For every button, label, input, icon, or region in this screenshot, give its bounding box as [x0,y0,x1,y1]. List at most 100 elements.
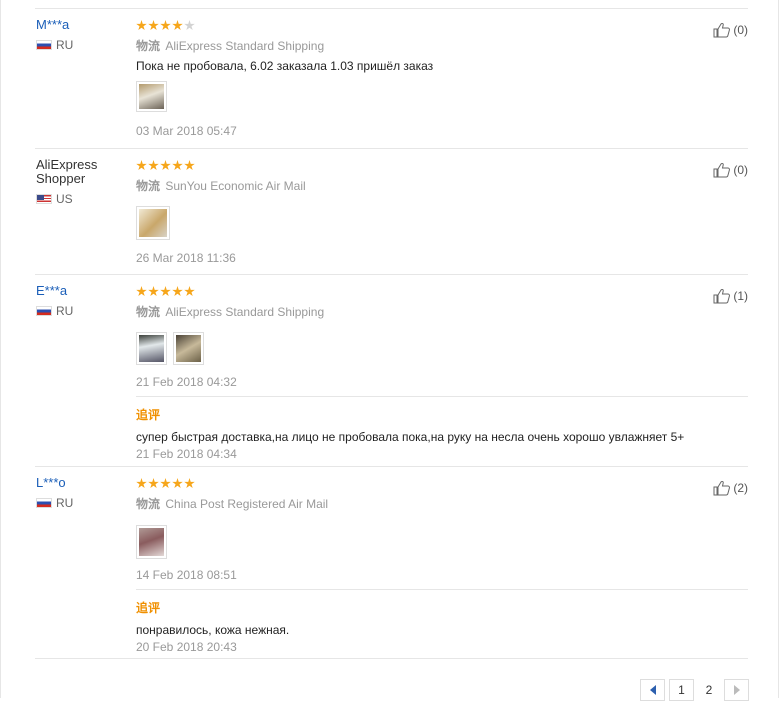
star-icon [172,478,183,489]
shipping-method: AliExpress Standard Shipping [165,39,325,53]
review-content: 物流 AliExpress Standard Shipping 21 Feb 2… [136,286,748,461]
star-icon [160,286,171,297]
reviewer-info: AliExpress Shopper US [36,158,131,206]
review-photos [136,332,748,365]
review-photo[interactable] [136,81,167,112]
shipping-info: 物流 SunYou Economic Air Mail [136,177,748,194]
review-content: 物流 AliExpress Standard Shipping Пока не … [136,20,748,138]
shipping-info: 物流 AliExpress Standard Shipping [136,37,748,54]
shipping-prefix: 物流 [136,305,161,319]
divider [35,658,748,659]
review-date: 03 Mar 2018 05:47 [136,124,237,138]
star-empty-icon [184,20,195,31]
helpful-button[interactable]: (0) [713,22,748,38]
feedback-panel: M***a RU 物流 AliExpress Standard Shipping… [0,0,779,701]
star-rating [136,20,748,32]
helpful-count: (0) [733,23,748,37]
country-code: US [56,192,73,206]
review-date: 26 Mar 2018 11:36 [136,251,236,265]
followup-text: понравилось, кожа нежная. [136,623,290,637]
star-icon [160,160,171,171]
review-photo[interactable] [173,332,204,365]
thumbs-up-icon [713,162,731,178]
review-photos [136,525,748,559]
star-icon [172,286,183,297]
shipping-prefix: 物流 [136,497,161,511]
helpful-button[interactable]: (2) [713,480,748,496]
star-icon [172,20,183,31]
flag-ru-icon [36,40,52,50]
star-icon [184,160,195,171]
star-icon [148,478,159,489]
star-icon [160,20,171,31]
reviewer-name: AliExpress Shopper [36,157,98,186]
review-item: AliExpress Shopper US 物流 SunYou Economic… [35,148,748,274]
shipping-method: SunYou Economic Air Mail [165,179,306,193]
star-rating [136,478,748,490]
reviewer-country: US [36,192,131,206]
helpful-button[interactable]: (0) [713,162,748,178]
reviewer-name: L***o [36,475,66,490]
followup-text: супер быстрая доставка,на лицо не пробов… [136,430,685,444]
reviewer-info: L***o RU [36,476,131,510]
star-rating [136,286,748,298]
flag-us-icon [36,194,52,204]
review-content: 物流 SunYou Economic Air Mail 26 Mar 2018 … [136,160,748,265]
followup-label: 追评 [136,408,161,422]
shipping-prefix: 物流 [136,179,161,193]
chevron-left-icon [649,685,656,695]
review-photo[interactable] [136,206,170,240]
reviewer-info: E***a RU [36,284,131,318]
star-icon [136,286,147,297]
review-text: Пока не пробовала, 6.02 заказала 1.03 пр… [136,59,434,73]
followup-date: 20 Feb 2018 20:43 [136,640,237,654]
star-icon [160,478,171,489]
followup-date: 21 Feb 2018 04:34 [136,447,237,461]
country-code: RU [56,38,74,52]
reviewer-country: RU [36,304,131,318]
review-photos [136,81,748,112]
thumbs-up-icon [713,480,731,496]
followup-label: 追评 [136,601,161,615]
reviewer-country: RU [36,496,131,510]
country-code: RU [56,496,74,510]
review-item: E***a RU 物流 AliExpress Standard Shipping… [35,274,748,466]
reviewer-info: M***a RU [36,18,131,52]
star-icon [148,20,159,31]
star-icon [136,20,147,31]
review-item: M***a RU 物流 AliExpress Standard Shipping… [35,8,748,148]
helpful-count: (0) [733,163,748,177]
shipping-method: AliExpress Standard Shipping [165,305,325,319]
review-date: 14 Feb 2018 08:51 [136,568,237,582]
followup-review: 追评 супер быстрая доставка,на лицо не про… [136,396,748,461]
country-code: RU [56,304,74,318]
helpful-count: (1) [733,289,748,303]
shipping-info: 物流 AliExpress Standard Shipping [136,303,748,320]
shipping-prefix: 物流 [136,39,161,53]
review-photos [136,206,748,240]
review-date: 21 Feb 2018 04:32 [136,375,237,389]
review-photo[interactable] [136,525,167,559]
star-rating [136,160,748,172]
reviewer-name: E***a [36,283,68,298]
star-icon [148,160,159,171]
helpful-count: (2) [733,481,748,495]
review-item: L***o RU 物流 China Post Registered Air Ma… [35,466,748,659]
shipping-info: 物流 China Post Registered Air Mail [136,495,748,512]
followup-review: 追评 понравилось, кожа нежная. 20 Feb 2018… [136,589,748,654]
review-content: 物流 China Post Registered Air Mail 14 Feb… [136,478,748,654]
star-icon [184,478,195,489]
star-icon [184,286,195,297]
helpful-button[interactable]: (1) [713,288,748,304]
thumbs-up-icon [713,288,731,304]
star-icon [136,160,147,171]
review-photo[interactable] [136,332,167,365]
reviewer-name: M***a [36,17,70,32]
shipping-method: China Post Registered Air Mail [165,497,329,511]
star-icon [136,478,147,489]
chevron-right-icon [733,685,740,695]
reviewer-country: RU [36,38,131,52]
thumbs-up-icon [713,22,731,38]
flag-ru-icon [36,498,52,508]
flag-ru-icon [36,306,52,316]
